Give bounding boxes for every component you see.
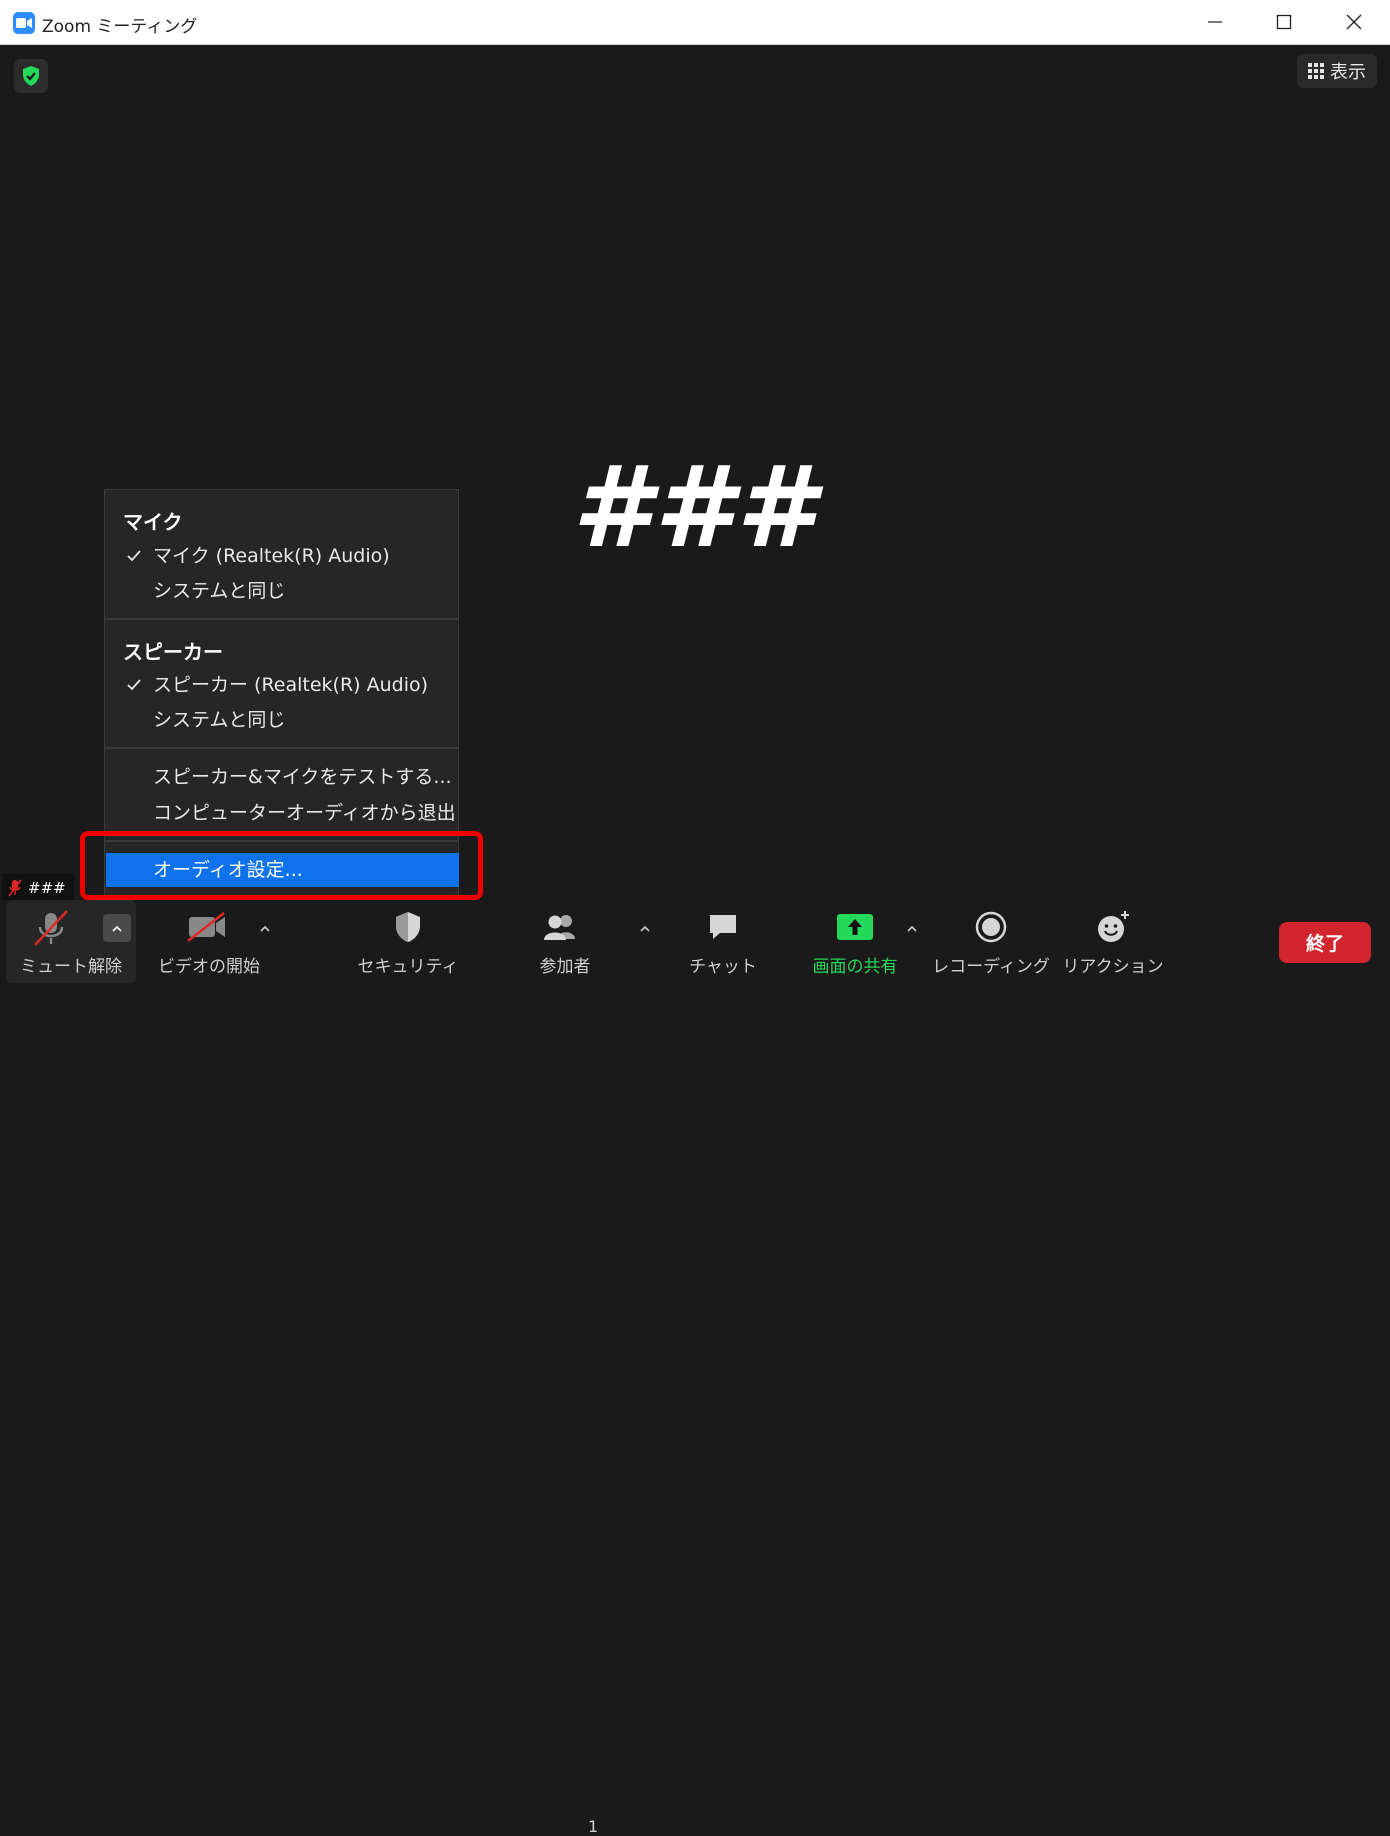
shield-check-icon bbox=[23, 66, 39, 86]
share-screen-button[interactable]: 画面の共有 bbox=[805, 900, 905, 983]
video-off-icon bbox=[187, 900, 227, 954]
participants-icon bbox=[544, 900, 581, 954]
leave-computer-audio-label: コンピューターオーディオから退出 bbox=[153, 802, 456, 824]
security-shield-icon bbox=[393, 900, 423, 954]
self-name-badge: ### bbox=[2, 874, 74, 902]
reaction-emoji-icon bbox=[1095, 900, 1131, 954]
participants-count: 1 bbox=[588, 1817, 599, 1836]
maximize-button[interactable] bbox=[1250, 0, 1318, 44]
participant-name-display: ### bbox=[572, 443, 818, 573]
speaker-section-header: スピーカー bbox=[123, 640, 223, 664]
audio-options-caret[interactable] bbox=[103, 914, 131, 942]
reactions-button[interactable]: リアクション bbox=[1062, 900, 1164, 983]
participants-options-caret[interactable] bbox=[631, 914, 659, 942]
zoom-app-icon bbox=[13, 12, 35, 34]
self-name-label: ### bbox=[28, 879, 66, 897]
chevron-up-icon bbox=[260, 925, 270, 932]
share-options-caret[interactable] bbox=[898, 914, 926, 942]
chevron-up-icon bbox=[907, 925, 917, 932]
security-button[interactable]: セキュリティ bbox=[357, 900, 459, 983]
mic-section-header: マイク bbox=[123, 510, 183, 534]
chevron-up-icon bbox=[640, 925, 650, 932]
start-video-label: ビデオの開始 bbox=[158, 957, 260, 977]
close-icon bbox=[1346, 14, 1362, 30]
share-screen-icon bbox=[836, 900, 874, 954]
chat-button[interactable]: チャット bbox=[682, 900, 764, 983]
close-button[interactable] bbox=[1320, 0, 1388, 44]
window-titlebar: Zoom ミーティング bbox=[0, 0, 1390, 45]
unmute-label: ミュート解除 bbox=[20, 957, 122, 977]
record-icon bbox=[974, 900, 1008, 954]
chat-bubble-icon bbox=[706, 900, 740, 954]
muted-mic-icon bbox=[8, 879, 22, 897]
speaker-option-label: システムと同じ bbox=[153, 709, 286, 731]
recording-button[interactable]: レコーディング bbox=[932, 900, 1050, 983]
speaker-option-realtek[interactable]: スピーカー (Realtek(R) Audio) bbox=[105, 668, 458, 702]
end-meeting-button[interactable]: 終了 bbox=[1279, 922, 1371, 963]
meeting-toolbar: ミュート解除 ビデオの開始 セキュリティ 参加者 1 チャット 画面の共有 レコ… bbox=[0, 900, 1390, 1836]
minimize-icon bbox=[1208, 21, 1222, 23]
share-screen-label: 画面の共有 bbox=[812, 957, 898, 977]
leave-computer-audio-item[interactable]: コンピューターオーディオから退出 bbox=[105, 796, 458, 830]
encryption-shield-button[interactable] bbox=[14, 59, 48, 93]
view-button[interactable]: 表示 bbox=[1297, 54, 1377, 88]
maximize-icon bbox=[1276, 14, 1292, 30]
recording-label: レコーディング bbox=[932, 957, 1050, 977]
speaker-option-same-as-system[interactable]: システムと同じ bbox=[105, 703, 458, 737]
grid-view-icon bbox=[1308, 63, 1324, 79]
mic-option-same-as-system[interactable]: システムと同じ bbox=[105, 574, 458, 608]
menu-divider bbox=[105, 747, 458, 749]
minimize-button[interactable] bbox=[1181, 0, 1249, 44]
mic-option-realtek[interactable]: マイク (Realtek(R) Audio) bbox=[105, 539, 458, 573]
chat-label: チャット bbox=[689, 957, 757, 977]
menu-divider bbox=[105, 618, 458, 620]
reactions-label: リアクション bbox=[1062, 957, 1164, 977]
video-options-caret[interactable] bbox=[251, 914, 279, 942]
participants-label: 参加者 bbox=[539, 957, 591, 977]
test-speaker-mic-item[interactable]: スピーカー&マイクをテストする... bbox=[105, 760, 458, 794]
test-speaker-mic-label: スピーカー&マイクをテストする... bbox=[153, 766, 452, 788]
mic-option-label: マイク (Realtek(R) Audio) bbox=[153, 545, 390, 567]
highlight-audio-settings bbox=[80, 831, 483, 900]
speaker-option-label: スピーカー (Realtek(R) Audio) bbox=[153, 674, 429, 696]
window-title: Zoom ミーティング bbox=[42, 17, 198, 37]
participants-button[interactable]: 参加者 bbox=[525, 900, 605, 983]
chevron-up-icon bbox=[112, 925, 122, 932]
security-label: セキュリティ bbox=[357, 957, 459, 977]
mic-option-label: システムと同じ bbox=[153, 580, 286, 602]
view-label: 表示 bbox=[1330, 62, 1366, 83]
